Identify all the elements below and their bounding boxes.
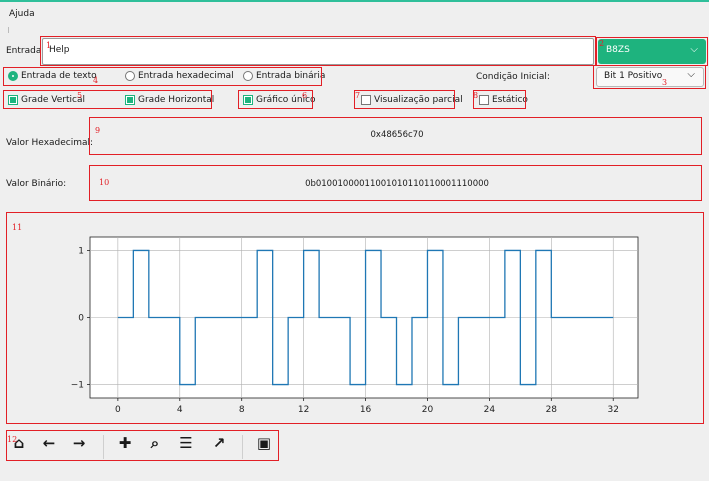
- marker-12: 12: [7, 435, 18, 444]
- marker-11: 11: [12, 223, 23, 232]
- marker-box-12: [6, 430, 279, 461]
- marker-box-11: [6, 212, 704, 424]
